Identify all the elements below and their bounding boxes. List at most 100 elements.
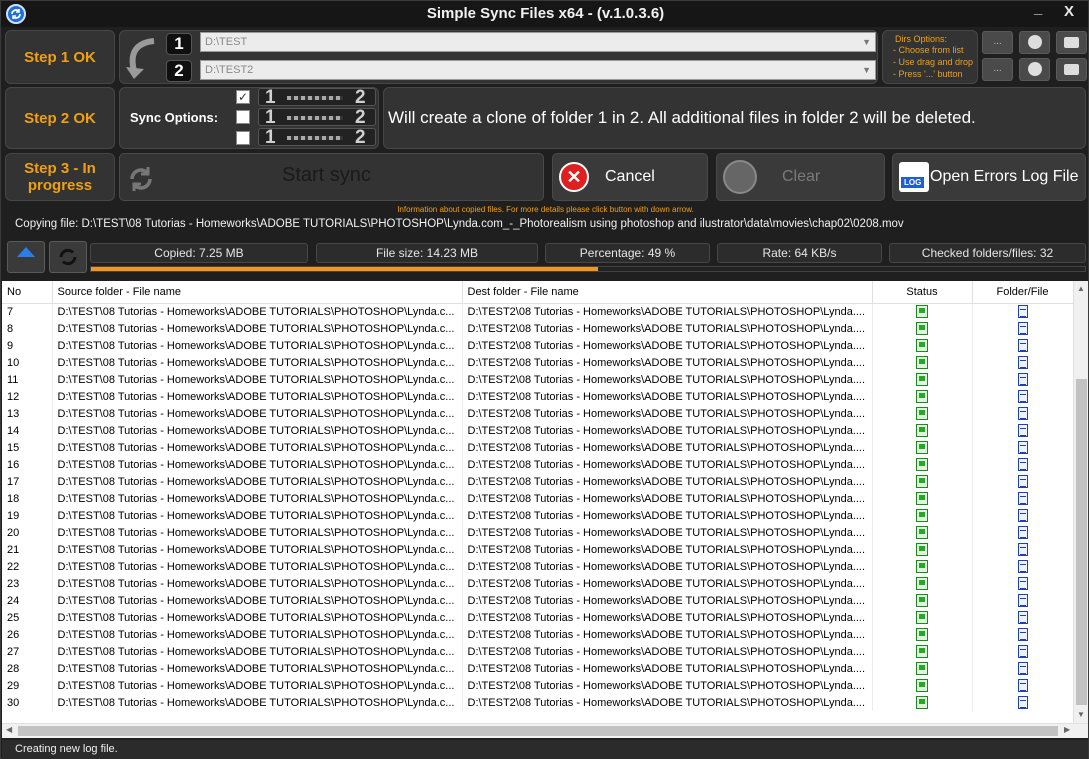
table-row[interactable]: 16 D:\TEST\08 Tutorias - Homeworks\ADOBE …: [2, 456, 1074, 473]
row-number-cell: 14: [2, 422, 53, 439]
status-cell: [872, 694, 973, 711]
start-sync-button[interactable]: Start sync: [119, 153, 544, 201]
row-number-cell: 19: [2, 507, 53, 524]
table-row[interactable]: 11 D:\TEST\08 Tutorias - Homeworks\ADOBE …: [2, 371, 1074, 388]
folder1-label: 1: [265, 107, 276, 128]
table-row[interactable]: 8 D:\TEST\08 Tutorias - Homeworks\ADOBE T…: [2, 320, 1074, 337]
table-row[interactable]: 21 D:\TEST\08 Tutorias - Homeworks\ADOBE …: [2, 541, 1074, 558]
table-row[interactable]: 13 D:\TEST\08 Tutorias - Homeworks\ADOBE …: [2, 405, 1074, 422]
left-arrow-icon: [287, 136, 343, 140]
table-row[interactable]: 14 D:\TEST\08 Tutorias - Homeworks\ADOBE …: [2, 422, 1074, 439]
table-row[interactable]: 29 D:\TEST\08 Tutorias - Homeworks\ADOBE …: [2, 677, 1074, 694]
dest-path-cell: D:\TEST2\08 Tutorias - Homeworks\ADOBE T…: [462, 490, 873, 507]
copy-status-icon: [916, 611, 928, 624]
horizontal-scrollbar[interactable]: ◀ ▶: [2, 723, 1088, 738]
sync-option-reverse-checkbox[interactable]: [236, 131, 250, 145]
cancel-label: Cancel: [605, 168, 655, 185]
sync-option-clone[interactable]: 1 2: [258, 87, 376, 108]
table-row[interactable]: 7 D:\TEST\08 Tutorias - Homeworks\ADOBE T…: [2, 303, 1074, 320]
sync-option-both[interactable]: 1 2: [258, 107, 376, 128]
dest-path-cell: D:\TEST2\08 Tutorias - Homeworks\ADOBE T…: [462, 575, 873, 592]
column-header-type[interactable]: Folder/File: [972, 281, 1074, 304]
table-row[interactable]: 17 D:\TEST\08 Tutorias - Homeworks\ADOBE …: [2, 473, 1074, 490]
copy-status-icon: [916, 560, 928, 573]
clear-folder1-button[interactable]: [1019, 31, 1050, 54]
cancel-button[interactable]: ✕ Cancel: [552, 153, 708, 201]
scroll-up-icon[interactable]: ▲: [1077, 284, 1085, 293]
sync-options-panel: Sync Options: ✓ 1 2 1 2 1 2: [119, 87, 379, 149]
status-cell: [872, 558, 973, 575]
table-row[interactable]: 26 D:\TEST\08 Tutorias - Homeworks\ADOBE …: [2, 626, 1074, 643]
open-errors-log-button[interactable]: LOG Open Errors Log File: [892, 153, 1086, 201]
type-cell: [972, 507, 1074, 524]
table-row[interactable]: 18 D:\TEST\08 Tutorias - Homeworks\ADOBE …: [2, 490, 1074, 507]
close-button[interactable]: X: [1064, 3, 1074, 20]
type-cell: [972, 643, 1074, 660]
scroll-down-icon[interactable]: ▼: [1077, 710, 1085, 719]
dest-path-cell: D:\TEST2\08 Tutorias - Homeworks\ADOBE T…: [462, 439, 873, 456]
table-row[interactable]: 24 D:\TEST\08 Tutorias - Homeworks\ADOBE …: [2, 592, 1074, 609]
table-row[interactable]: 22 D:\TEST\08 Tutorias - Homeworks\ADOBE …: [2, 558, 1074, 575]
file-icon: [1017, 577, 1028, 590]
folder1-number: 1: [166, 33, 192, 55]
auto-refresh-button[interactable]: [49, 241, 87, 273]
table-row[interactable]: 19 D:\TEST\08 Tutorias - Homeworks\ADOBE …: [2, 507, 1074, 524]
scroll-left-icon[interactable]: ◀: [6, 725, 12, 734]
source-path-cell: D:\TEST\08 Tutorias - Homeworks\ADOBE TU…: [52, 609, 463, 626]
open-folder1-button[interactable]: [1056, 31, 1087, 54]
table-row[interactable]: 27 D:\TEST\08 Tutorias - Homeworks\ADOBE …: [2, 643, 1074, 660]
copy-status-icon: [916, 441, 928, 454]
browse-folder2-button[interactable]: ...: [982, 58, 1013, 81]
file-icon: [1017, 696, 1028, 709]
row-number-cell: 28: [2, 660, 53, 677]
column-header-no[interactable]: No: [2, 281, 53, 304]
dest-path-cell: D:\TEST2\08 Tutorias - Homeworks\ADOBE T…: [462, 354, 873, 371]
clear-folder2-button[interactable]: [1019, 58, 1050, 81]
vertical-scrollbar[interactable]: ▲ ▼: [1073, 281, 1088, 723]
scroll-right-icon[interactable]: ▶: [1064, 725, 1070, 734]
table-row[interactable]: 28 D:\TEST\08 Tutorias - Homeworks\ADOBE …: [2, 660, 1074, 677]
sync-options-label: Sync Options:: [130, 110, 219, 125]
step2-status: Step 2 OK: [5, 87, 115, 149]
sync-option-reverse[interactable]: 1 2: [258, 127, 376, 148]
table-row[interactable]: 10 D:\TEST\08 Tutorias - Homeworks\ADOBE …: [2, 354, 1074, 371]
status-cell: [872, 456, 973, 473]
dirs-option-list: - Choose from list: [893, 45, 964, 55]
minimize-button[interactable]: _: [1034, 0, 1042, 17]
column-header-source[interactable]: Source folder - File name: [52, 281, 463, 304]
table-row[interactable]: 25 D:\TEST\08 Tutorias - Homeworks\ADOBE …: [2, 609, 1074, 626]
folder2-select[interactable]: D:\TEST2 ▼: [200, 60, 876, 80]
files-table: No Source folder - File name Dest folder…: [2, 281, 1088, 723]
details-toggle-button[interactable]: [7, 241, 45, 273]
dest-path-cell: D:\TEST2\08 Tutorias - Homeworks\ADOBE T…: [462, 337, 873, 354]
vertical-scroll-thumb[interactable]: [1076, 379, 1087, 705]
table-row[interactable]: 30 D:\TEST\08 Tutorias - Homeworks\ADOBE …: [2, 694, 1074, 711]
type-cell: [972, 371, 1074, 388]
table-row[interactable]: 23 D:\TEST\08 Tutorias - Homeworks\ADOBE …: [2, 575, 1074, 592]
open-folder2-button[interactable]: [1056, 58, 1087, 81]
source-path-cell: D:\TEST\08 Tutorias - Homeworks\ADOBE TU…: [52, 337, 463, 354]
table-row[interactable]: 20 D:\TEST\08 Tutorias - Homeworks\ADOBE …: [2, 524, 1074, 541]
file-icon: [1017, 560, 1028, 573]
horizontal-scroll-thumb[interactable]: [18, 726, 1058, 736]
status-cell: [872, 609, 973, 626]
column-header-dest[interactable]: Dest folder - File name: [462, 281, 873, 304]
copy-status-icon: [916, 373, 928, 386]
file-icon: [1017, 662, 1028, 675]
dest-path-cell: D:\TEST2\08 Tutorias - Homeworks\ADOBE T…: [462, 592, 873, 609]
table-row[interactable]: 9 D:\TEST\08 Tutorias - Homeworks\ADOBE T…: [2, 337, 1074, 354]
table-row[interactable]: 12 D:\TEST\08 Tutorias - Homeworks\ADOBE …: [2, 388, 1074, 405]
step1-panel: 1 2 D:\TEST ▼ D:\TEST2 ▼: [119, 30, 878, 84]
column-header-status[interactable]: Status: [872, 281, 973, 304]
browse-folder1-button[interactable]: ...: [982, 31, 1013, 54]
up-arrow-icon: [17, 247, 35, 257]
file-icon: [1017, 458, 1028, 471]
table-row[interactable]: 15 D:\TEST\08 Tutorias - Homeworks\ADOBE …: [2, 439, 1074, 456]
sync-option-clone-checkbox[interactable]: ✓: [236, 90, 250, 104]
type-cell: [972, 626, 1074, 643]
copy-status-icon: [916, 407, 928, 420]
sync-option-both-checkbox[interactable]: [236, 110, 250, 124]
dest-path-cell: D:\TEST2\08 Tutorias - Homeworks\ADOBE T…: [462, 320, 873, 337]
clear-button[interactable]: Clear: [716, 153, 885, 201]
folder1-select[interactable]: D:\TEST ▼: [200, 32, 876, 52]
